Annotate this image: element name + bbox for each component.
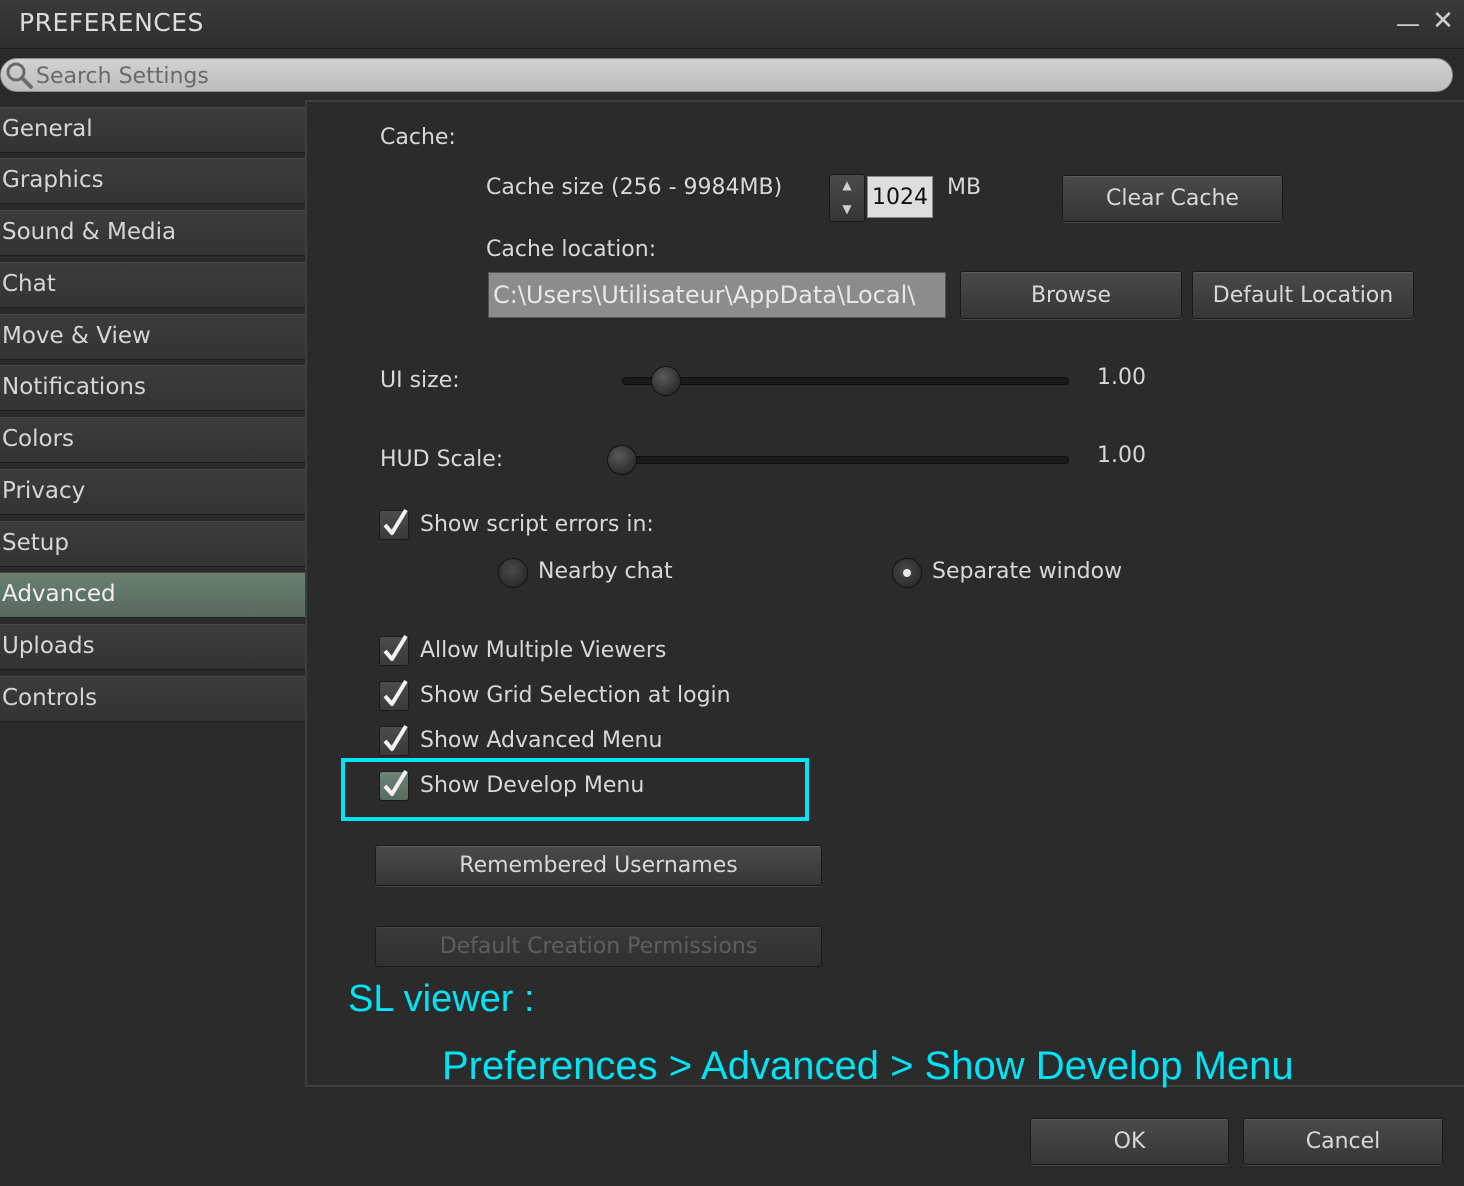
allow-multiple-viewers-label: Allow Multiple Viewers [420,638,667,663]
hud-scale-label: HUD Scale: [380,447,504,472]
tab-label: Colors [2,426,75,452]
tab-chat[interactable]: Chat [0,262,305,308]
cache-size-field[interactable] [867,176,933,218]
checkmark-icon [383,508,408,535]
cache-location-label: Cache location: [486,237,657,262]
clear-cache-button[interactable]: Clear Cache [1062,175,1283,222]
tab-label: Setup [2,530,69,556]
show-grid-selection-checkbox[interactable] [379,679,409,711]
browse-button[interactable]: Browse [960,271,1182,319]
hud-scale-value: 1.00 [1097,443,1146,468]
tab-label: General [2,116,93,142]
tab-controls[interactable]: Controls [0,676,305,722]
ok-button[interactable]: OK [1030,1118,1229,1165]
search-input[interactable] [36,62,1416,90]
window-title: PREFERENCES [19,8,204,37]
cache-size-unit: MB [947,175,982,200]
default-location-button[interactable]: Default Location [1192,271,1414,319]
default-creation-permissions-button: Default Creation Permissions [375,926,822,967]
spinner-down-icon[interactable]: ▼ [829,198,865,222]
nearby-chat-label: Nearby chat [538,559,673,584]
tab-uploads[interactable]: Uploads [0,624,305,670]
tab-label: Graphics [2,167,104,193]
search-icon [6,62,33,89]
tab-label: Controls [2,685,98,711]
ui-size-slider-track[interactable] [622,377,1069,385]
tab-privacy[interactable]: Privacy [0,469,305,515]
tab-graphics[interactable]: Graphics [0,158,305,204]
remembered-usernames-button[interactable]: Remembered Usernames [375,845,822,886]
close-icon[interactable]: ✕ [1432,6,1454,36]
allow-multiple-viewers-checkbox[interactable] [379,634,409,666]
spinner-up-icon[interactable]: ▲ [829,174,865,198]
tab-label: Move & View [2,323,151,349]
radio-selected-dot [903,569,911,577]
show-advanced-menu-checkbox[interactable] [379,724,409,756]
ui-size-slider-thumb[interactable] [651,366,682,396]
tab-sound-media[interactable]: Sound & Media [0,210,305,256]
tab-label: Privacy [2,478,86,504]
ui-size-value: 1.00 [1097,365,1146,390]
annotation-highlight-box [341,758,809,821]
separate-window-radio[interactable] [892,558,922,588]
show-script-errors-checkbox[interactable] [379,508,409,540]
separate-window-label: Separate window [932,559,1123,584]
annotation-title: SL viewer : [348,978,535,1020]
tab-move-view[interactable]: Move & View [0,314,305,360]
tab-label: Notifications [2,374,146,400]
tab-label: Uploads [2,633,95,659]
annotation-path: Preferences > Advanced > Show Develop Me… [442,1044,1294,1088]
tab-notifications[interactable]: Notifications [0,365,305,411]
show-advanced-menu-label: Show Advanced Menu [420,728,663,753]
tab-advanced[interactable]: Advanced [0,572,308,618]
show-script-errors-label: Show script errors in: [420,512,654,537]
cache-location-field[interactable] [488,272,946,318]
ui-size-label: UI size: [380,368,460,393]
checkmark-icon [383,679,408,706]
minimize-icon[interactable]: — [1396,10,1420,38]
tab-setup[interactable]: Setup [0,521,305,567]
tab-label: Chat [2,271,56,297]
hud-scale-slider-track[interactable] [607,456,1069,464]
tab-general[interactable]: General [0,107,305,153]
tab-label: Sound & Media [2,219,177,245]
title-bar [0,0,1464,49]
nearby-chat-radio[interactable] [498,558,528,588]
tab-label: Advanced [2,581,116,607]
cache-size-label: Cache size (256 - 9984MB) [486,175,783,200]
tab-colors[interactable]: Colors [0,417,305,463]
hud-scale-slider-thumb[interactable] [607,445,637,475]
cache-heading: Cache: [380,125,456,150]
show-grid-selection-label: Show Grid Selection at login [420,683,731,708]
cancel-button[interactable]: Cancel [1243,1118,1443,1165]
checkmark-icon [383,724,408,751]
checkmark-icon [383,634,408,661]
